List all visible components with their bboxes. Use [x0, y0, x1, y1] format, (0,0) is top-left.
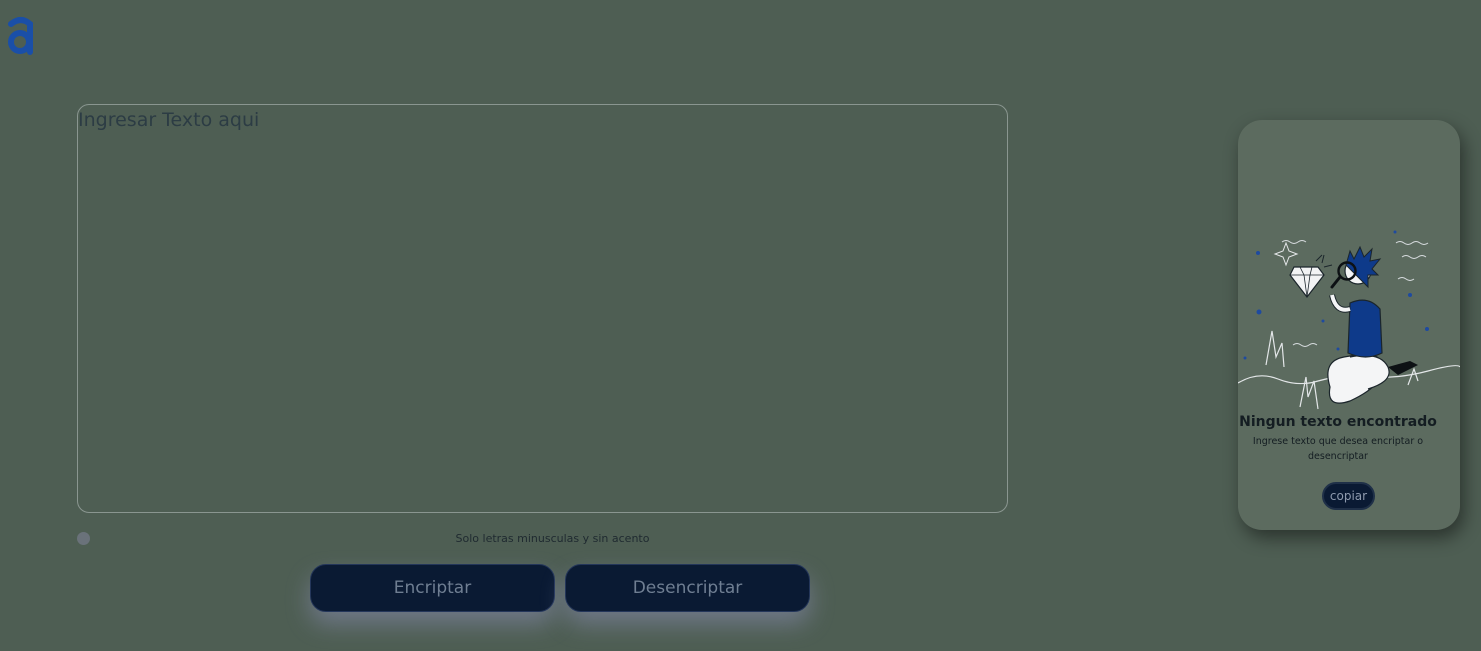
output-title: Ningun texto encontrado: [1239, 414, 1437, 430]
decrypt-button[interactable]: Desencriptar: [565, 564, 810, 612]
search-illustration-icon: [1238, 230, 1460, 410]
copy-button[interactable]: copiar: [1322, 482, 1375, 510]
page: Solo letras minusculas y sin acento Encr…: [0, 0, 1481, 651]
logo-icon: [8, 17, 33, 55]
text-input[interactable]: [77, 104, 1008, 513]
output-card: Ningun texto encontrado Ingrese texto qu…: [1238, 120, 1460, 530]
info-icon: [77, 532, 90, 545]
encrypt-button[interactable]: Encriptar: [310, 564, 555, 612]
output-subtitle: Ingrese texto que desea encriptar o dese…: [1252, 436, 1424, 462]
hint-text: Solo letras minusculas y sin acento: [455, 532, 650, 545]
